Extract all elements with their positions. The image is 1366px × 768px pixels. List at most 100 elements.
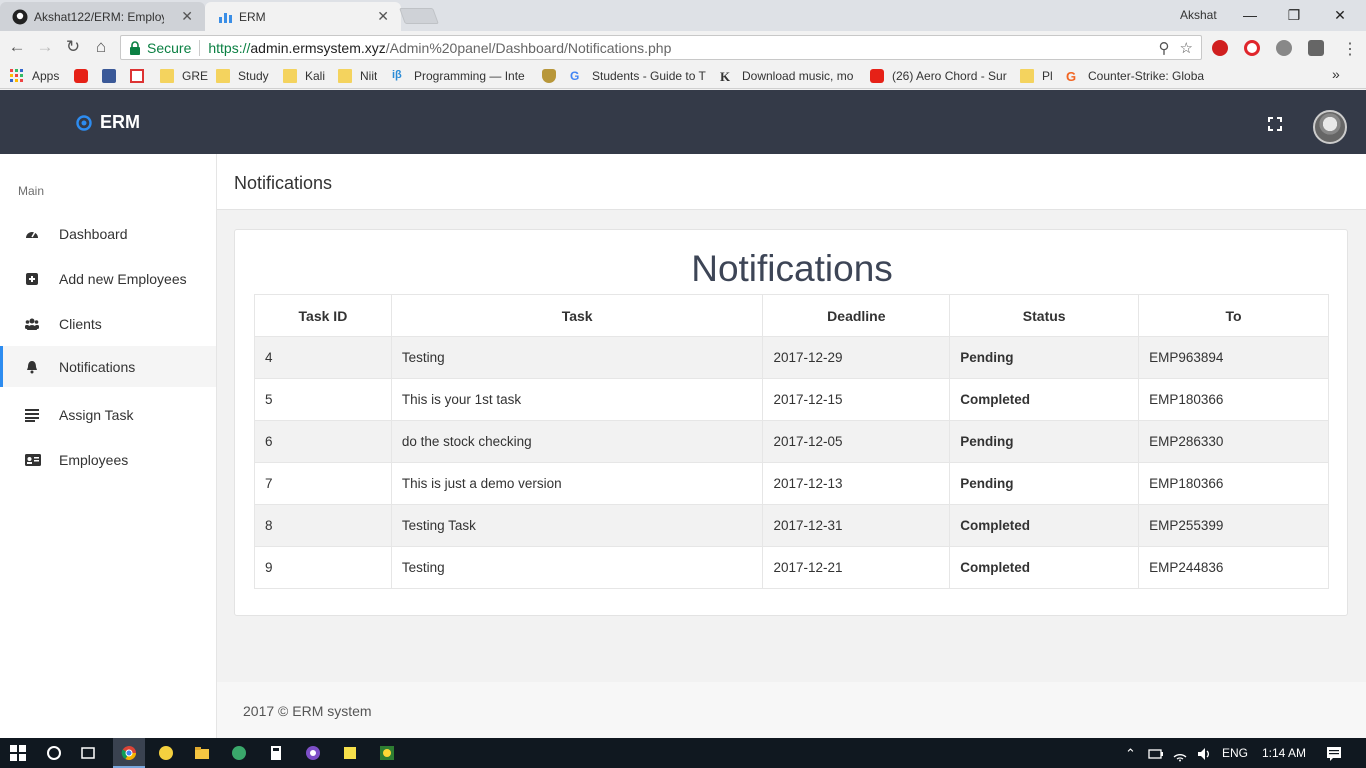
table-row: 8 Testing Task 2017-12-31 Completed EMP2… [254, 504, 1329, 547]
sidebar-item-clients[interactable]: Clients [0, 303, 216, 344]
sidebar-item-assign-task[interactable]: Assign Task [0, 394, 216, 435]
to-cell: EMP244836 [1138, 546, 1329, 589]
logo-icon [76, 114, 92, 131]
more-bookmarks-button[interactable]: » [1332, 66, 1340, 82]
cortana-icon[interactable] [46, 745, 62, 761]
deadline-cell: 2017-12-13 [762, 462, 951, 505]
opera-icon[interactable] [1244, 40, 1260, 56]
bookmark-label: Study [238, 69, 269, 83]
table-header-row: Task ID Task Deadline Status To [254, 294, 1329, 337]
task-cell: Testing [390, 336, 764, 379]
bookmark-gmail[interactable] [130, 68, 152, 84]
users-icon [25, 318, 39, 330]
app-icon[interactable] [379, 745, 395, 761]
app-icon[interactable] [158, 745, 174, 761]
back-icon[interactable]: ← [6, 37, 28, 57]
github-icon [12, 9, 28, 25]
battery-icon[interactable] [1148, 746, 1164, 762]
chrome-icon[interactable] [121, 745, 137, 761]
column-header-status: Status [949, 294, 1140, 337]
adblock-icon[interactable] [1212, 40, 1228, 56]
address-bar[interactable]: Secure https:// admin.ermsystem.xyz /Adm… [120, 35, 1202, 60]
apps-grid-icon [10, 69, 23, 82]
bookmark-counter-strike[interactable]: G Counter-Strike: Globa [1066, 68, 1204, 84]
table-row: 4 Testing 2017-12-29 Pending EMP963894 [254, 336, 1329, 379]
menu-icon[interactable]: ⋮ [1342, 39, 1358, 59]
url-path: /Admin%20panel/Dashboard/Notifications.p… [385, 39, 672, 56]
sticky-notes-icon[interactable] [342, 745, 358, 761]
to-cell: EMP286330 [1138, 420, 1329, 463]
bookmark-study[interactable]: Study [216, 68, 269, 84]
close-tab-icon[interactable]: ✕ [377, 8, 389, 25]
bookmark-youtube[interactable] [74, 68, 96, 84]
bookmark-star-icon[interactable]: ☆ [1180, 39, 1193, 57]
browser-tab-github[interactable]: Akshat122/ERM: Employe ✕ [0, 2, 205, 31]
task-cell: Testing Task [390, 504, 764, 547]
action-center-icon[interactable] [1326, 746, 1342, 762]
avatar[interactable] [1313, 110, 1347, 144]
extension-icon[interactable] [1276, 40, 1292, 56]
sidebar-item-dashboard[interactable]: Dashboard [0, 213, 216, 254]
bookmark-label: GRE [182, 69, 209, 83]
bookmark-download[interactable]: K Download music, mo [720, 68, 856, 84]
language-indicator[interactable]: ENG [1222, 746, 1248, 760]
windows-start-icon[interactable] [10, 745, 26, 761]
to-cell: EMP180366 [1138, 462, 1329, 505]
zoom-icon[interactable]: ⚲ [1159, 39, 1170, 57]
bookmark-programming[interactable]: iβ Programming — Inte [392, 68, 528, 84]
file-explorer-icon[interactable] [194, 745, 210, 761]
bookmark-shield[interactable] [542, 68, 564, 84]
plus-square-icon [26, 272, 38, 285]
bookmark-apps[interactable]: Apps [10, 68, 59, 84]
calculator-icon[interactable] [268, 745, 284, 761]
sidebar-item-employees[interactable]: Employees [0, 439, 216, 480]
id-card-icon [25, 453, 41, 466]
extension-icon[interactable] [1308, 40, 1324, 56]
bookmark-kali[interactable]: Kali [283, 68, 325, 84]
sidebar-item-label: Clients [59, 315, 102, 332]
to-cell: EMP255399 [1138, 504, 1329, 547]
card-title: Notifications [691, 248, 893, 289]
clock[interactable]: 1:14 AM [1262, 746, 1306, 760]
bookmark-students[interactable]: G Students - Guide to T [570, 68, 708, 84]
profile-name[interactable]: Akshat [1180, 8, 1217, 22]
tab-title: Akshat122/ERM: Employe [34, 9, 164, 24]
forward-icon[interactable]: → [34, 37, 56, 57]
reload-icon[interactable]: ↻ [62, 37, 84, 57]
bookmark-label: Counter-Strike: Globa [1088, 69, 1204, 83]
app-icon[interactable] [231, 745, 247, 761]
home-icon[interactable]: ⌂ [90, 37, 112, 57]
sidebar-item-notifications[interactable]: Notifications [0, 346, 216, 387]
task-view-icon[interactable] [80, 745, 96, 761]
wifi-icon[interactable] [1172, 746, 1188, 762]
close-tab-icon[interactable]: ✕ [181, 8, 193, 25]
bookmark-facebook[interactable] [102, 68, 124, 84]
deadline-cell: 2017-12-31 [762, 504, 951, 547]
bookmark-label: Students - Guide to T [592, 69, 706, 83]
chevron-up-icon[interactable]: ⌃ [1125, 746, 1136, 762]
youtube-icon [870, 69, 884, 83]
google-icon: G [570, 69, 580, 83]
bookmark-pl[interactable]: Pl [1020, 68, 1053, 84]
app-icon[interactable] [305, 745, 321, 761]
app-logo[interactable]: ERM [76, 112, 140, 133]
bookmark-niit[interactable]: Niit [338, 68, 377, 84]
task-cell: This is just a demo version [390, 462, 764, 505]
volume-icon[interactable] [1196, 746, 1212, 762]
minimize-icon[interactable]: — [1228, 4, 1272, 26]
bookmark-gre[interactable]: GRE [160, 68, 208, 84]
fullscreen-icon[interactable] [1268, 117, 1282, 131]
status-cell: Completed [949, 504, 1140, 547]
restore-icon[interactable]: ❐ [1272, 4, 1316, 26]
gmail-icon [130, 69, 144, 83]
taskbar: ⌃ ENG 1:14 AM [0, 738, 1366, 768]
content-header: Notifications [217, 154, 1366, 210]
new-tab-button[interactable] [399, 8, 439, 24]
bookmark-aero-chord[interactable]: (26) Aero Chord - Sur [870, 68, 1008, 84]
g2a-icon: G [1066, 69, 1077, 84]
sidebar-item-add-new-employees[interactable]: Add new Employees [0, 258, 216, 299]
folder-icon [283, 69, 297, 83]
browser-tab-erm[interactable]: ERM ✕ [205, 2, 401, 31]
close-window-icon[interactable]: ✕ [1318, 4, 1362, 26]
status-cell: Pending [949, 462, 1140, 505]
